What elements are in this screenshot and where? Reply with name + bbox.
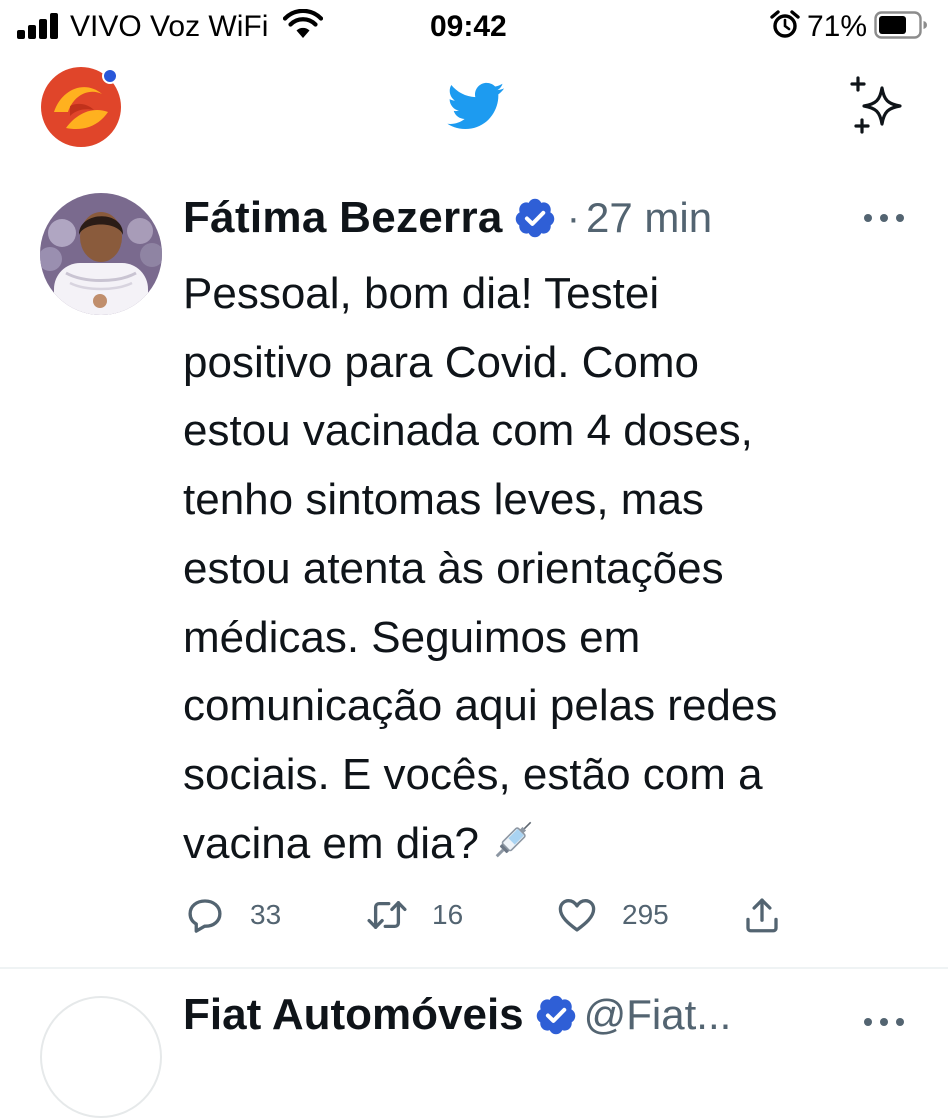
like-button[interactable]: 295: [556, 888, 669, 942]
verified-badge-icon: [515, 198, 554, 238]
author-avatar[interactable]: [40, 193, 162, 315]
tweet-text-line: comunicação aqui pelas redes: [183, 681, 778, 731]
like-count: 295: [622, 899, 669, 930]
wifi-icon: [283, 9, 323, 38]
syringe-icon: [495, 821, 532, 857]
top-app-bar: [0, 54, 948, 164]
tweet-divider: [0, 967, 948, 969]
tweet-text-line: médicas. Seguimos em: [183, 612, 641, 662]
twitter-bird-icon[interactable]: [438, 76, 512, 136]
cellular-signal-icon: [17, 13, 61, 39]
tweet-text-line: estou atenta às orientações: [183, 543, 724, 593]
share-icon: [746, 898, 778, 933]
tweet-timestamp[interactable]: 27 min: [586, 194, 712, 242]
tweet-actions: 33 16 295: [0, 888, 948, 942]
tweet-text-line: Pessoal, bom dia! Testei: [183, 269, 660, 318]
alarm-icon: [770, 10, 800, 38]
carrier-label: VIVO Voz WiFi: [70, 10, 269, 43]
reply-count: 33: [250, 899, 282, 930]
header-separator: ·: [566, 195, 581, 240]
reply-button[interactable]: 33: [184, 888, 281, 942]
retweet-button[interactable]: 16: [366, 888, 463, 942]
battery-icon: [874, 11, 927, 39]
sparkle-icon[interactable]: [846, 74, 910, 138]
next-author-avatar[interactable]: [40, 996, 162, 1118]
account-avatar[interactable]: [40, 66, 122, 148]
more-options-icon[interactable]: [862, 1014, 906, 1030]
tweet-text: Pessoal, bom dia! Testei positivo para C…: [183, 260, 933, 878]
heart-icon: [558, 898, 596, 932]
reply-icon: [188, 899, 222, 933]
status-time: 09:42: [430, 10, 507, 43]
author-name[interactable]: Fátima Bezerra: [183, 193, 503, 243]
tweet-header: Fátima Bezerra · 27 min: [183, 190, 712, 246]
battery-percent: 71%: [807, 10, 868, 43]
more-options-icon[interactable]: [862, 210, 906, 226]
status-bar: VIVO Voz WiFi 09:42 71%: [0, 0, 948, 54]
share-button[interactable]: [741, 888, 783, 942]
next-author-handle[interactable]: @Fiat...: [584, 991, 732, 1039]
retweet-count: 16: [432, 899, 464, 930]
retweet-icon: [367, 901, 407, 929]
tweet-text-line: tenho sintomas leves, mas: [183, 475, 704, 525]
tweet-card[interactable]: Fátima Bezerra · 27 min Pessoal, bom dia…: [0, 176, 948, 966]
tweet-text-line: positivo para Covid. Como: [183, 337, 700, 387]
tweet-text-line: vacina em dia?: [183, 818, 479, 868]
tweet-text-line: sociais. E vocês, estão com a: [183, 749, 763, 799]
next-tweet-header: Fiat Automóveis @Fiat...: [183, 990, 731, 1040]
next-author-name[interactable]: Fiat Automóveis: [183, 990, 524, 1040]
verified-badge-icon: [536, 995, 575, 1035]
tweet-text-line: estou vacinada com 4 doses,: [183, 406, 753, 456]
